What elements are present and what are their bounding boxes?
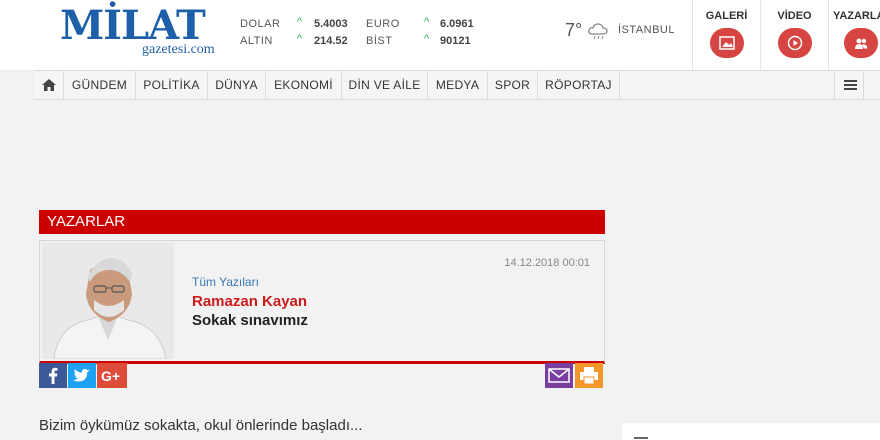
nav-item-politika[interactable]: POLİTİKA <box>136 71 208 99</box>
article-intro: Bizim öykümüz sokakta, okul önlerinde ba… <box>39 417 363 434</box>
section-header: YAZARLAR <box>39 210 605 234</box>
image-icon <box>710 28 744 58</box>
nav-item-ekonomi[interactable]: EKONOMİ <box>266 71 342 99</box>
market-name-bist: BİST <box>366 35 393 47</box>
logo-text: MİLAT <box>60 2 206 49</box>
article-date: 14.12.2018 00:01 <box>504 257 590 269</box>
market-name-euro: EURO <box>366 18 400 30</box>
users-icon <box>844 28 878 58</box>
gallery-label: GALERİ <box>705 10 748 22</box>
up-arrow-icon: ^ <box>424 16 430 28</box>
nav-item-roportaj[interactable]: RÖPORTAJ <box>538 71 620 99</box>
twitter-icon <box>68 363 96 388</box>
weather-widget: 7° İSTANBUL <box>565 18 675 44</box>
weather-city: İSTANBUL <box>618 24 675 36</box>
market-value-euro: 6.0961 <box>440 18 474 30</box>
site-header: MİLAT gazetesi.com DOLAR ^ 5.4003 EURO ^… <box>0 0 880 70</box>
main-navigation: GÜNDEM POLİTİKA DÜNYA EKONOMİ DİN VE AİL… <box>34 70 880 100</box>
svg-text:G+: G+ <box>101 368 120 384</box>
site-logo[interactable]: MİLAT gazetesi.com <box>60 6 220 62</box>
section-title: YAZARLAR <box>47 213 126 230</box>
menu-button[interactable] <box>834 71 864 99</box>
google-plus-share-button[interactable]: G+ <box>97 363 127 388</box>
email-share-button[interactable] <box>545 363 573 388</box>
facebook-icon <box>39 363 67 388</box>
print-button[interactable] <box>575 363 603 388</box>
facebook-share-button[interactable] <box>39 363 67 388</box>
nav-item-spor[interactable]: SPOR <box>488 71 538 99</box>
all-articles-link[interactable]: Tüm Yazıları <box>192 275 259 289</box>
video-button[interactable]: VİDEO <box>760 0 828 70</box>
market-ticker: DOLAR ^ 5.4003 EURO ^ 6.0961 ALTIN ^ 214… <box>240 16 490 56</box>
nav-item-medya[interactable]: MEDYA <box>428 71 488 99</box>
market-value-altin: 214.52 <box>314 35 348 47</box>
sidebar-divider <box>634 437 648 439</box>
author-card: 14.12.2018 00:01 Tüm Yazıları Ramazan Ka… <box>39 240 605 364</box>
play-icon <box>778 28 812 58</box>
writers-button[interactable]: YAZARLAR <box>828 0 880 70</box>
rain-cloud-icon <box>587 22 609 40</box>
writers-label: YAZARLAR <box>833 10 880 22</box>
print-icon <box>575 363 603 388</box>
email-icon <box>545 363 573 388</box>
video-label: VİDEO <box>777 10 812 22</box>
up-arrow-icon: ^ <box>297 16 303 28</box>
up-arrow-icon: ^ <box>297 33 303 45</box>
home-icon <box>42 79 56 91</box>
nav-item-gundem[interactable]: GÜNDEM <box>64 71 136 99</box>
weather-temperature: 7° <box>565 20 583 40</box>
twitter-share-button[interactable] <box>68 363 96 388</box>
author-name[interactable]: Ramazan Kayan <box>192 293 307 310</box>
google-plus-icon: G+ <box>97 363 127 388</box>
up-arrow-icon: ^ <box>424 33 430 45</box>
nav-item-din-ve-aile[interactable]: DİN VE AİLE <box>342 71 428 99</box>
nav-item-dunya[interactable]: DÜNYA <box>208 71 266 99</box>
hamburger-icon <box>844 80 857 82</box>
gallery-button[interactable]: GALERİ <box>692 0 760 70</box>
article-title: Sokak sınavımız <box>192 312 308 329</box>
market-name-altin: ALTIN <box>240 35 273 47</box>
author-photo <box>42 242 174 359</box>
sidebar-widget <box>622 423 880 440</box>
logo-subtext: gazetesi.com <box>142 42 215 57</box>
home-button[interactable] <box>34 71 64 99</box>
market-value-bist: 90121 <box>440 35 471 47</box>
market-name-dolar: DOLAR <box>240 18 281 30</box>
market-value-dolar: 5.4003 <box>314 18 348 30</box>
